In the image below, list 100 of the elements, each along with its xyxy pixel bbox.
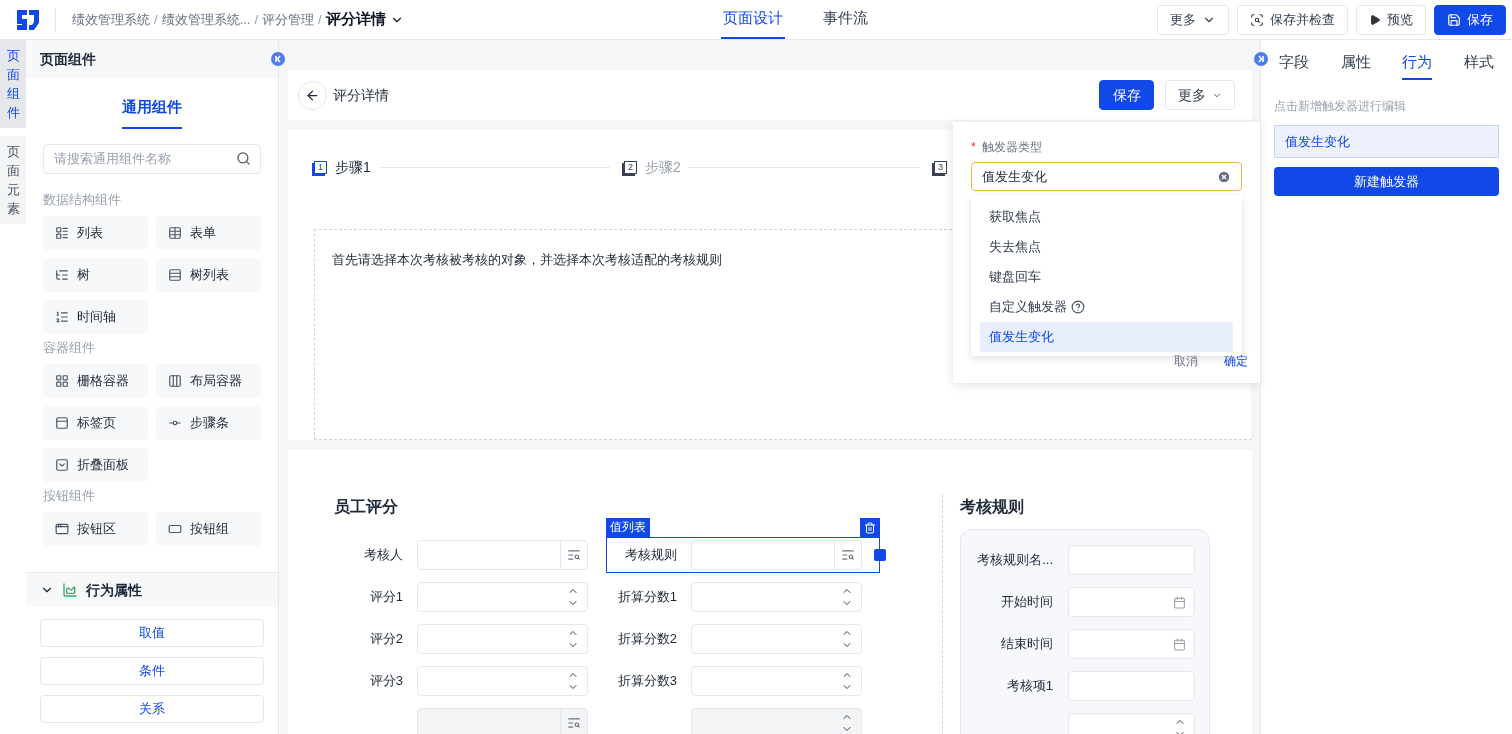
side-tab[interactable]: 页面元素 [0, 136, 26, 224]
trigger-item[interactable]: 值发生变化 [1274, 125, 1499, 158]
dropdown-option[interactable]: 值发生变化 [980, 322, 1233, 352]
property-tab[interactable]: 字段 [1279, 50, 1309, 80]
required-mark: * [971, 139, 976, 156]
step-number: 3 [934, 160, 947, 174]
form-field-row[interactable]: 折算分数1 [606, 579, 880, 615]
component-item[interactable]: 按钮组 [156, 511, 261, 546]
input-field[interactable] [1068, 713, 1195, 734]
cancel-button[interactable]: 取消 [1174, 352, 1198, 370]
dropdown-option[interactable]: 自定义触发器 [980, 292, 1233, 322]
breadcrumb-separator: / [253, 10, 260, 29]
field-label: 折算分数2 [616, 630, 678, 649]
behavior-section-header[interactable]: 行为属性 [26, 573, 278, 607]
component-tab[interactable]: 通用组件 [122, 96, 182, 129]
component-item[interactable]: 标签页 [43, 405, 148, 440]
mode-tab[interactable]: 事件流 [821, 0, 870, 39]
search-icon [236, 150, 251, 166]
field-label: 结束时间 [1000, 635, 1054, 654]
new-trigger-button[interactable]: 新建触发器 [1274, 167, 1499, 196]
trigger-type-select[interactable]: 值发生变化 [971, 162, 1242, 191]
play-icon [1369, 13, 1381, 26]
component-item[interactable]: 折叠面板 [43, 447, 148, 482]
form-field-row[interactable]: 考核规则 [606, 537, 880, 573]
component-item[interactable]: 列表 [43, 215, 148, 250]
input-field[interactable] [1068, 587, 1195, 617]
list-icon [55, 225, 69, 240]
save-icon [1447, 12, 1461, 27]
component-item[interactable]: 布局容器 [156, 363, 261, 398]
input-field[interactable] [417, 540, 588, 570]
more-button[interactable]: 更多 [1165, 80, 1235, 110]
clear-icon[interactable] [1217, 169, 1231, 184]
field-label: 考核项1 [1005, 677, 1054, 696]
form-field-row[interactable]: 评分2 [332, 621, 606, 657]
input-field[interactable] [691, 540, 862, 570]
dropdown-option[interactable]: 键盘回车 [980, 262, 1233, 292]
behavior-button[interactable]: 关系 [40, 695, 264, 723]
breadcrumb-link[interactable]: 绩效管理系统... [161, 9, 251, 30]
form-field-row[interactable]: 评分3 [332, 663, 606, 699]
component-item[interactable]: 按钮区 [43, 511, 148, 546]
input-field[interactable] [691, 666, 862, 696]
component-item[interactable]: 树列表 [156, 257, 261, 292]
form-field-row[interactable]: 评分1 [332, 579, 606, 615]
more-button[interactable]: 更多 [1157, 4, 1229, 35]
window-icon [55, 521, 69, 536]
property-tab[interactable]: 样式 [1463, 50, 1494, 80]
property-tab[interactable]: 行为 [1402, 50, 1433, 80]
save-button[interactable]: 保存 [1434, 4, 1506, 35]
form-field-row[interactable]: 考核人 [332, 537, 606, 573]
behavior-button[interactable]: 条件 [40, 657, 264, 685]
form-field-row[interactable]: 折算分数3 [606, 663, 880, 699]
delete-button[interactable] [860, 518, 880, 537]
input-field[interactable] [1068, 671, 1195, 701]
dropdown-option[interactable]: 失去焦点 [980, 232, 1233, 262]
input-field[interactable] [1068, 629, 1195, 659]
component-item[interactable]: 树 [43, 257, 148, 292]
step-label[interactable]: 步骤1 [335, 156, 371, 178]
side-tab[interactable]: 页面组件 [0, 40, 26, 128]
property-tab[interactable]: 属性 [1340, 50, 1371, 80]
field-label: 折算分数3 [616, 672, 678, 691]
area-chart-icon [62, 582, 78, 598]
list-search-icon [567, 548, 581, 562]
component-item[interactable]: 步骤条 [156, 405, 261, 440]
component-item[interactable]: 栅格容器 [43, 363, 148, 398]
preview-button[interactable]: 预览 [1356, 4, 1426, 35]
section-title: 员工评分 [334, 497, 399, 517]
field-label: 考核规则 [624, 546, 678, 565]
breadcrumb-link[interactable]: 绩效管理系统 [72, 9, 150, 30]
component-item[interactable]: 时间轴 [43, 299, 148, 334]
help-icon [1071, 300, 1085, 314]
list-search-icon [567, 716, 581, 730]
breadcrumb-separator: / [153, 10, 159, 29]
dropdown-option[interactable]: 获取焦点 [980, 202, 1233, 232]
confirm-button[interactable]: 确定 [1224, 352, 1248, 370]
breadcrumb-link[interactable]: 评分管理 [262, 9, 315, 30]
input-field[interactable] [691, 582, 862, 612]
input-field[interactable] [417, 624, 588, 654]
component-item[interactable]: 表单 [156, 215, 261, 250]
search-field[interactable]: 请搜索通用组件名称 [43, 143, 261, 174]
save-check-button[interactable]: 保存并检查 [1237, 4, 1348, 35]
group-title: 数据结构组件 [43, 191, 122, 208]
page-title: 评分详情 [333, 85, 389, 105]
page-selector[interactable]: 评分详情 [325, 8, 404, 31]
save-button[interactable]: 保存 [1099, 80, 1154, 110]
resize-handle[interactable] [874, 549, 886, 561]
step-number: 2 [624, 160, 637, 174]
collapse-icon [55, 457, 69, 472]
field-label: 触发器类型 [981, 139, 1042, 156]
collapse-handle-icon[interactable] [1254, 52, 1268, 66]
input-field[interactable] [1068, 545, 1195, 575]
logo-icon [15, 8, 40, 31]
form-field-row[interactable]: 折算分数2 [606, 621, 880, 657]
group-title: 按钮组件 [43, 487, 96, 504]
input-field[interactable] [417, 666, 588, 696]
tab-icon [55, 415, 69, 430]
input-field[interactable] [417, 582, 588, 612]
table-icon [168, 225, 182, 240]
input-field[interactable] [691, 624, 862, 654]
behavior-button[interactable]: 取值 [40, 619, 264, 647]
field-label: 折算分数1 [616, 588, 678, 607]
